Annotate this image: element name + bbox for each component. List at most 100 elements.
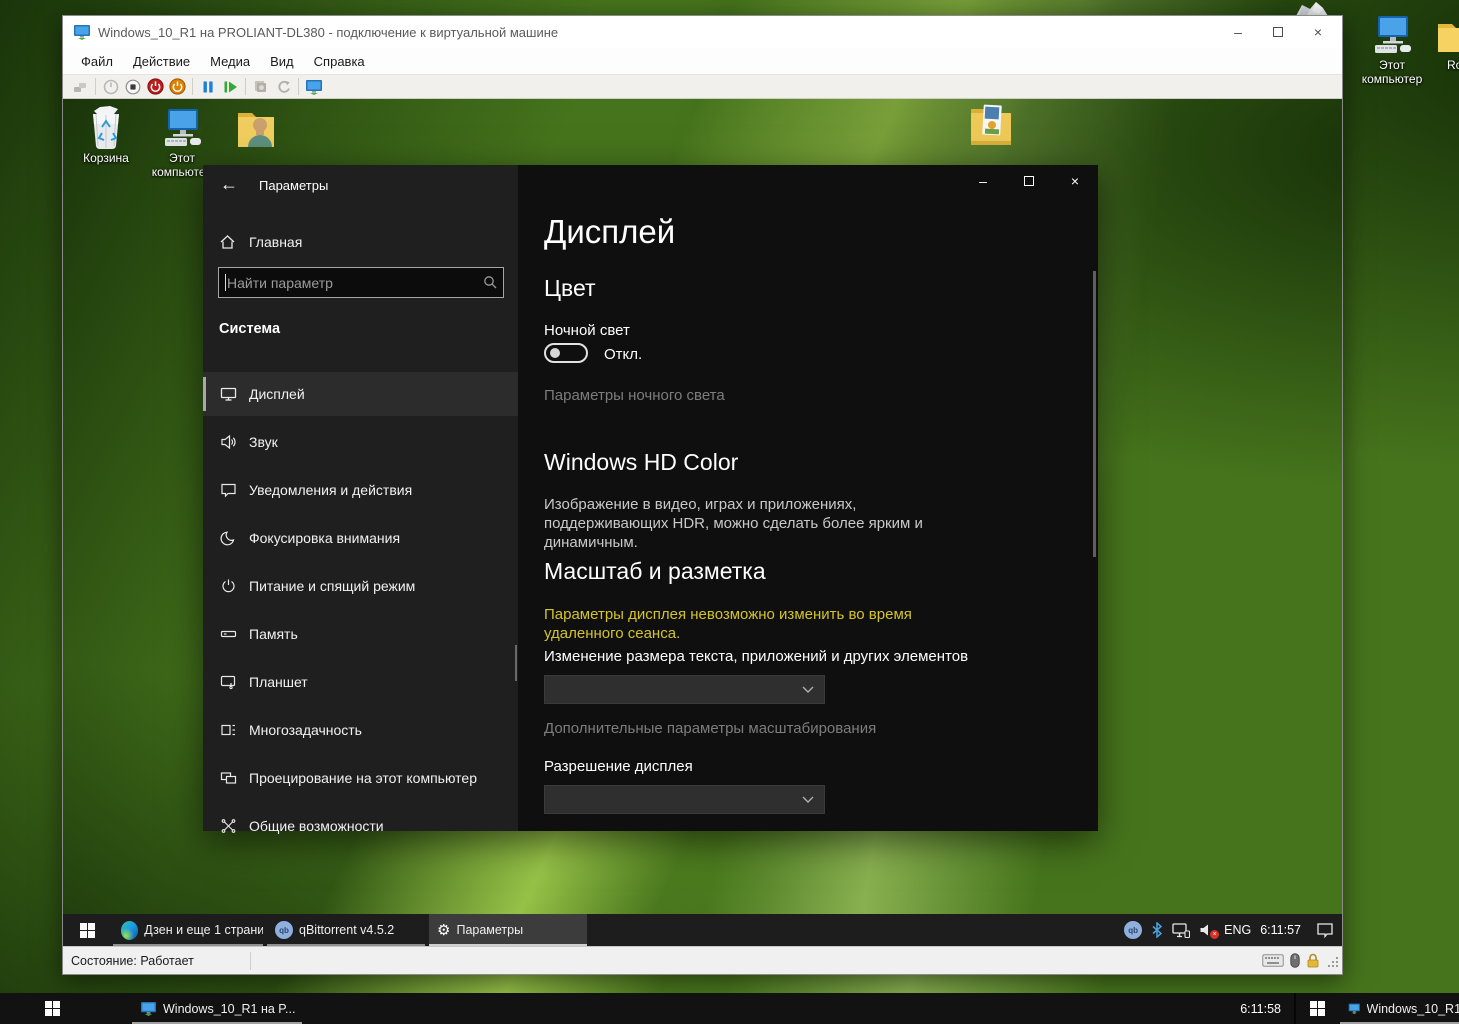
- sidebar-item-focus-assist[interactable]: Фокусировка внимания: [203, 516, 518, 560]
- qbittorrent-icon: qb: [275, 921, 293, 939]
- recycle-bin-icon: [84, 105, 128, 149]
- windows-logo-icon: [80, 923, 95, 938]
- taskbar-task-label: qBittorrent v4.5.2: [299, 923, 394, 937]
- toggle-knob: [550, 348, 560, 358]
- taskbar-task-settings[interactable]: ⚙ Параметры: [429, 914, 587, 946]
- sidebar-item-storage[interactable]: Память: [203, 612, 518, 656]
- sidebar-item-display[interactable]: Дисплей: [203, 372, 518, 416]
- resize-grip[interactable]: [1326, 955, 1338, 967]
- enhanced-session-button[interactable]: [303, 76, 325, 97]
- sidebar-item-label: Фокусировка внимания: [249, 530, 400, 546]
- turn-off-vm-button[interactable]: [144, 76, 166, 97]
- vm-desktop-icon-user-folder[interactable]: [223, 107, 285, 151]
- mute-badge: ×: [1210, 930, 1219, 939]
- shared-experiences-icon: [220, 818, 237, 834]
- taskbar-task-label: Windows_10_R1 на P.: [1367, 1002, 1459, 1016]
- minimize-button[interactable]: –: [960, 165, 1006, 196]
- menu-view[interactable]: Вид: [260, 50, 304, 73]
- sidebar-scrollbar[interactable]: [515, 645, 517, 681]
- sound-icon: [220, 434, 237, 450]
- vm-close-button[interactable]: ×: [1298, 18, 1338, 46]
- page-title: Дисплей: [544, 213, 675, 251]
- language-indicator[interactable]: ENG: [1224, 923, 1251, 937]
- revert-button[interactable]: [272, 76, 294, 97]
- vm-titlebar[interactable]: Windows_10_R1 на PROLIANT-DL380 - подклю…: [63, 16, 1342, 48]
- start-vm-button[interactable]: [100, 76, 122, 97]
- resolution-dropdown[interactable]: [544, 785, 825, 814]
- settings-window-title: Параметры: [259, 178, 328, 193]
- vm-desktop-icon-pictures-folder[interactable]: [959, 101, 1023, 147]
- resume-vm-button[interactable]: [219, 76, 241, 97]
- night-light-toggle[interactable]: [544, 343, 588, 363]
- action-center-icon[interactable]: [1316, 922, 1334, 938]
- gear-icon: ⚙: [437, 923, 450, 938]
- windows-logo-icon: [1310, 1001, 1325, 1016]
- host-start-button-2[interactable]: [1296, 993, 1338, 1024]
- search-icon: [483, 275, 497, 289]
- pictures-folder-icon: [965, 101, 1017, 147]
- taskbar-task-edge[interactable]: Дзен и еще 1 страни...: [113, 914, 263, 946]
- keyboard-icon: [1262, 954, 1284, 967]
- search-input[interactable]: [218, 267, 504, 298]
- hdr-description: Изображение в видео, играх и приложениях…: [544, 495, 974, 552]
- back-button[interactable]: ←: [215, 171, 243, 197]
- network-icon[interactable]: [1172, 923, 1190, 938]
- color-heading: Цвет: [544, 275, 596, 302]
- advanced-scaling-link[interactable]: Дополнительные параметры масштабирования: [544, 720, 876, 737]
- sidebar-item-multitasking[interactable]: Многозадачность: [203, 708, 518, 752]
- host-clock[interactable]: 6:11:58: [1240, 993, 1281, 1024]
- taskbar-task-qbittorrent[interactable]: qb qBittorrent v4.5.2: [267, 914, 425, 946]
- vm-clock[interactable]: 6:11:57: [1260, 923, 1301, 937]
- sidebar-item-notifications[interactable]: Уведомления и действия: [203, 468, 518, 512]
- statusbar-divider: [250, 952, 251, 970]
- menu-media[interactable]: Медиа: [200, 50, 260, 73]
- host-desktop-icon-this-pc[interactable]: Этот компьютер: [1360, 14, 1424, 86]
- projecting-icon: [220, 770, 237, 786]
- sidebar-item-home[interactable]: Главная: [203, 225, 518, 259]
- menu-action[interactable]: Действие: [123, 50, 200, 73]
- menu-help[interactable]: Справка: [304, 50, 375, 73]
- vm-desktop-icon-recycle-bin[interactable]: Корзина: [73, 105, 139, 165]
- edge-icon: [121, 921, 138, 940]
- qbittorrent-tray-icon[interactable]: qb: [1124, 921, 1142, 939]
- night-light-label: Ночной свет: [544, 322, 630, 339]
- maximize-button[interactable]: [1006, 165, 1052, 196]
- vm-taskbar: Дзен и еще 1 страни... qb qBittorrent v4…: [63, 914, 1342, 946]
- task-underline: [113, 944, 263, 946]
- host-taskbar-second-monitor: Windows_10_R1 на P.: [1294, 993, 1459, 1024]
- taskbar-task-label: Дзен и еще 1 страни...: [144, 923, 263, 937]
- vm-minimize-button[interactable]: –: [1218, 18, 1258, 46]
- host-taskbar-task-vmconnect-2[interactable]: Windows_10_R1 на P.: [1340, 993, 1459, 1024]
- close-button[interactable]: ×: [1052, 165, 1098, 196]
- checkpoint-button[interactable]: [250, 76, 272, 97]
- vm-maximize-button[interactable]: [1258, 18, 1298, 46]
- stop-vm-button[interactable]: [122, 76, 144, 97]
- content-scrollbar[interactable]: [1093, 271, 1096, 557]
- sidebar-item-projecting[interactable]: Проецирование на этот компьютер: [203, 756, 518, 800]
- folder-icon: [1434, 16, 1459, 56]
- bluetooth-icon[interactable]: [1151, 922, 1163, 938]
- menu-file[interactable]: Файл: [71, 50, 123, 73]
- host-start-button[interactable]: [24, 993, 80, 1024]
- pause-vm-button[interactable]: [197, 76, 219, 97]
- hyperv-vm-icon: [73, 24, 91, 40]
- this-pc-icon: [1369, 14, 1415, 56]
- scale-dropdown[interactable]: [544, 675, 825, 704]
- sidebar-item-label: Память: [249, 626, 298, 642]
- host-taskbar-task-vmconnect[interactable]: Windows_10_R1 на P...: [132, 993, 302, 1024]
- host-desktop-icon-ron-folder[interactable]: Ron: [1428, 16, 1459, 72]
- text-caret: [225, 274, 226, 291]
- night-light-state: Откл.: [604, 346, 642, 363]
- settings-window: ← Параметры Главная: [203, 165, 1098, 831]
- volume-muted-icon[interactable]: ×: [1199, 923, 1215, 937]
- ctrl-alt-del-button[interactable]: [69, 76, 91, 97]
- shut-down-vm-button[interactable]: [166, 76, 188, 97]
- vm-start-button[interactable]: [63, 914, 111, 946]
- sidebar-item-tablet[interactable]: Планшет: [203, 660, 518, 704]
- night-light-settings-link[interactable]: Параметры ночного света: [544, 387, 725, 404]
- sidebar-item-power-sleep[interactable]: Питание и спящий режим: [203, 564, 518, 608]
- sidebar-item-label: Уведомления и действия: [249, 482, 412, 498]
- sidebar-item-sound[interactable]: Звук: [203, 420, 518, 464]
- sidebar-item-shared-experiences[interactable]: Общие возможности: [203, 804, 518, 848]
- sidebar-item-label: Планшет: [249, 674, 308, 690]
